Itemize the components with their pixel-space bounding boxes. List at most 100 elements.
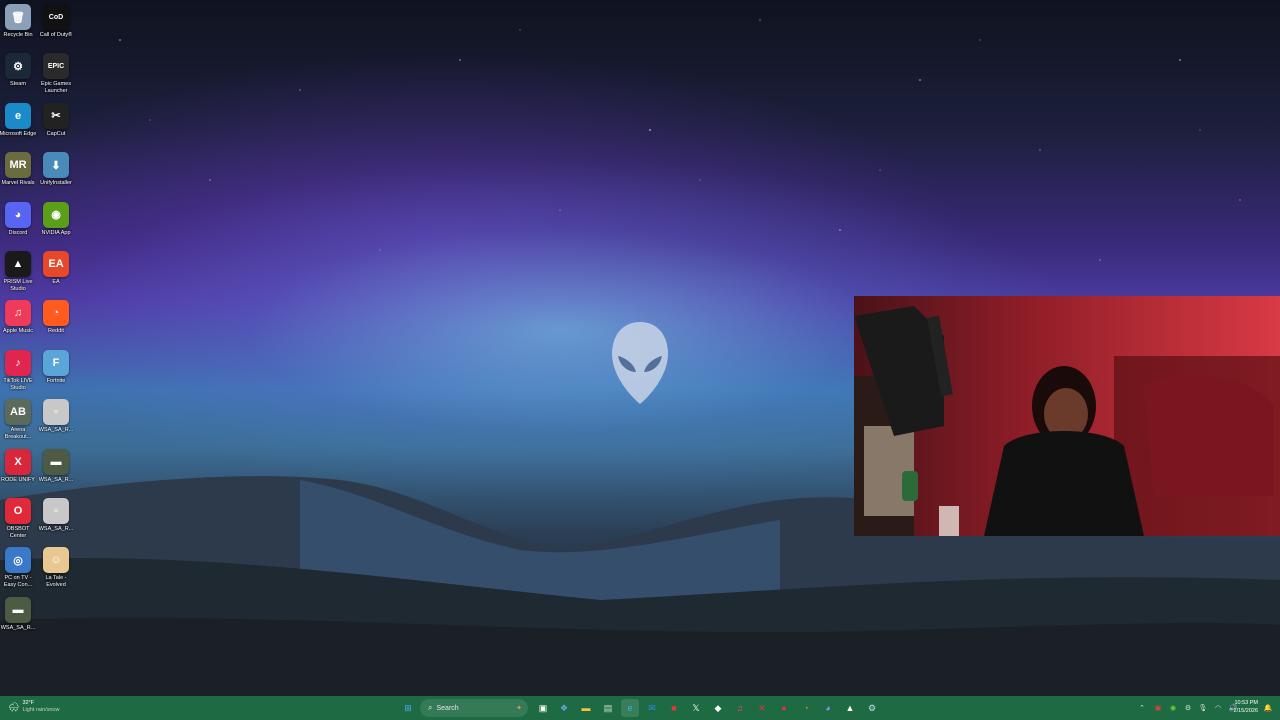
- webcam-overlay: [854, 296, 1280, 536]
- reddit-icon[interactable]: ◔: [797, 699, 815, 717]
- desktop-icon[interactable]: CoD Call of Duty®: [36, 0, 76, 39]
- obsbot-icon[interactable]: ●: [775, 699, 793, 717]
- app-icon: ◔: [43, 300, 69, 327]
- app-icon: ▬: [5, 596, 31, 623]
- search-box[interactable]: ⌕ Search ✦: [420, 699, 528, 717]
- tray-app-icon[interactable]: ▣: [1152, 700, 1164, 716]
- app-icon: ▬: [43, 448, 69, 475]
- app-icon: ♫: [5, 300, 31, 327]
- desktop-icon[interactable]: ⬇ UnifyInstaller: [36, 148, 76, 187]
- desktop-icon-label: OBSBOT Center: [6, 526, 30, 539]
- desktop-icon[interactable]: 🗑 Recycle Bin: [0, 0, 38, 39]
- weather-icon: 🌨: [8, 701, 20, 712]
- desktop-icon[interactable]: F Fortnite: [36, 346, 76, 385]
- desktop-icon-label: NVIDIA App: [41, 229, 71, 236]
- edge-icon[interactable]: e: [621, 699, 639, 717]
- desktop-icon[interactable]: O OBSBOT Center: [0, 494, 38, 540]
- desktop-icon-label: PC on TV - Easy Con...: [3, 575, 33, 589]
- app-icon: ▲: [5, 251, 31, 277]
- music-icon[interactable]: ♫: [731, 699, 749, 717]
- desktop-icon[interactable]: ▲ PRISM Live Studio: [0, 247, 38, 293]
- desktop-icon-label: La Tale - Evolved: [45, 575, 67, 589]
- desktop-icon-label: Recycle Bin: [3, 32, 33, 38]
- desktop-icon-label: TikTok LIVE Studio: [3, 377, 33, 391]
- desktop-icon-label: Call of Duty®: [39, 32, 73, 38]
- desktop-icon[interactable]: EA EA: [36, 247, 76, 286]
- clock-date: 2/15/2026: [1233, 708, 1258, 714]
- desktop-icon-label: WSA_SA_R...: [0, 624, 36, 631]
- desktop-icon[interactable]: ♫ Apple Music: [0, 296, 38, 335]
- start-icon[interactable]: ⊞: [399, 699, 417, 717]
- copilot-icon[interactable]: ❖: [555, 699, 573, 717]
- microphone-icon[interactable]: 🎙: [1197, 700, 1209, 716]
- search-placeholder: Search: [436, 704, 459, 712]
- desktop-icon-label: Apple Music: [3, 328, 33, 335]
- desktop-icon[interactable]: ▫ WSA_SA_R...: [36, 494, 76, 533]
- desktop-icon[interactable]: ◎ PC on TV - Easy Con...: [0, 543, 38, 589]
- desktop-icon[interactable]: AB Arena Breakout...: [0, 395, 38, 441]
- desktop-icon[interactable]: ▬ WSA_SA_R...: [0, 593, 38, 632]
- steam-icon[interactable]: ⚙: [863, 699, 881, 717]
- desktop-icon-label: EA: [52, 279, 60, 285]
- desktop-icon[interactable]: X RODE UNIFY: [0, 445, 38, 484]
- chevron-up-icon[interactable]: ⌃: [1136, 700, 1148, 716]
- app-icon: F: [43, 349, 69, 376]
- media-icon[interactable]: ■: [665, 699, 683, 717]
- desktop-icon-label: Reddit: [48, 328, 64, 335]
- desktop-icon-label: Steam: [10, 81, 26, 88]
- desktop-icon-label: CapCut: [46, 130, 66, 137]
- desktop-icon-label: Fortnite: [46, 377, 66, 384]
- desktop-icon[interactable]: ◔ Reddit: [36, 296, 76, 335]
- clock[interactable]: 10:53 PM 2/15/2026: [1234, 699, 1258, 715]
- discord-icon[interactable]: ◕: [819, 699, 837, 717]
- app-icon: ▫: [43, 498, 69, 524]
- app-icon: ⬇: [43, 152, 69, 179]
- file-explorer-icon[interactable]: ▬: [577, 699, 595, 717]
- unity-icon[interactable]: ◆: [709, 699, 727, 717]
- desktop-icon-label: UnifyInstaller: [40, 180, 72, 187]
- desktop-icon[interactable]: e Microsoft Edge: [0, 99, 38, 138]
- notification-bell-icon[interactable]: 🔔: [1262, 700, 1274, 716]
- desktop-icon-label: Epic Games Launcher: [41, 81, 71, 95]
- desktop-icon-label: RODE UNIFY: [1, 476, 35, 483]
- rode-icon[interactable]: ✕: [753, 699, 771, 717]
- desktop-icon[interactable]: EPIC Epic Games Launcher: [36, 49, 76, 95]
- desktop-icon-label: Microsoft Edge: [0, 130, 37, 137]
- desktop-icon[interactable]: ♪ TikTok LIVE Studio: [0, 346, 38, 392]
- desktop-icon[interactable]: ▫ WSA_SA_R...: [36, 395, 76, 434]
- app-icon: CoD: [43, 4, 69, 30]
- desktop-icon[interactable]: ✂ CapCut: [36, 99, 76, 138]
- desktop-icon-label: WSA_SA_R...: [38, 427, 74, 434]
- tray-nvidia-icon[interactable]: ◉: [1167, 700, 1179, 716]
- desktop-icon-label: Marvel Rivals: [1, 180, 35, 187]
- app-icon: EPIC: [43, 53, 69, 80]
- desktop-icon[interactable]: MR Marvel Rivals: [0, 148, 38, 187]
- app-icon: ◉: [43, 201, 69, 228]
- weather-widget[interactable]: 🌨 32°F Light rain/snow: [8, 700, 59, 714]
- wifi-icon[interactable]: ◠: [1212, 700, 1224, 716]
- clock-time: 10:53 PM: [1234, 700, 1258, 706]
- desktop-icon-label: Discord: [8, 229, 28, 236]
- desktop-icon[interactable]: ◉ NVIDIA App: [36, 198, 76, 237]
- app-icon: MR: [5, 152, 31, 179]
- desktop-icon[interactable]: ◕ Discord: [0, 198, 38, 237]
- app-icon: ☺: [43, 547, 69, 574]
- app-icon: ◎: [5, 547, 31, 574]
- outlook-icon[interactable]: ✉: [643, 699, 661, 717]
- x-icon[interactable]: 𝕏: [687, 699, 705, 717]
- desktop-icon[interactable]: ☺ La Tale - Evolved: [36, 543, 76, 589]
- webcam-scene: [854, 296, 1280, 536]
- app-icon: e: [5, 102, 31, 129]
- desktop-icon[interactable]: ⚙ Steam: [0, 49, 38, 88]
- prism-icon[interactable]: ▲: [841, 699, 859, 717]
- desktop-icon[interactable]: ▬ WSA_SA_R...: [36, 445, 76, 484]
- app-icon: O: [5, 498, 31, 524]
- desktop-icon-label: WSA_SA_R...: [38, 526, 74, 532]
- tray-steam-icon[interactable]: ⚙: [1182, 700, 1194, 716]
- app-icon: X: [5, 448, 31, 475]
- microsoft-store-icon[interactable]: ▤: [599, 699, 617, 717]
- task-view-icon[interactable]: ▣: [534, 699, 552, 717]
- desktop-icon-label: WSA_SA_R...: [38, 476, 74, 483]
- app-icon: EA: [43, 251, 69, 277]
- weather-condition: Light rain/snow: [22, 707, 60, 713]
